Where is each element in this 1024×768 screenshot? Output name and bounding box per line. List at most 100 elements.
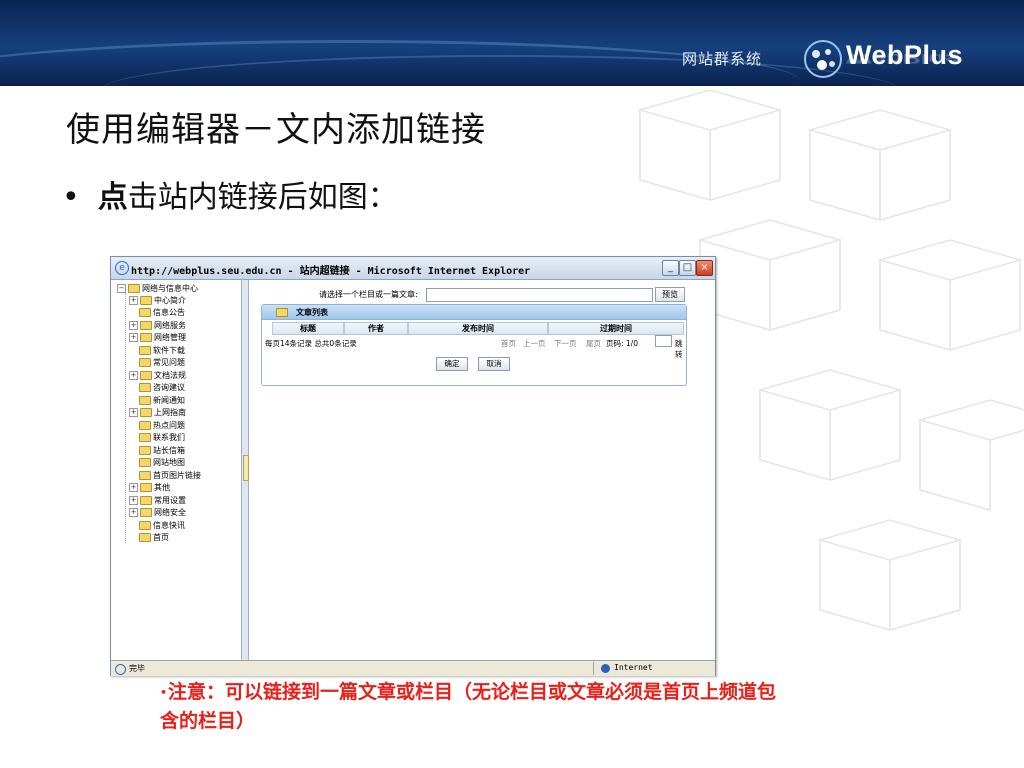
- folder-icon: [140, 321, 152, 330]
- tree-item[interactable]: 热点问题: [139, 420, 185, 431]
- column-header-title[interactable]: 标题: [272, 322, 344, 335]
- tree-item[interactable]: 联系我们: [139, 432, 185, 443]
- folder-icon: [139, 533, 151, 542]
- bullet-dot: •: [62, 180, 80, 215]
- slide-banner: 网站群系统 WebPlus WebPlus: [0, 0, 1024, 86]
- folder-icon: [139, 396, 151, 405]
- expand-icon[interactable]: +: [129, 496, 138, 505]
- column-header-author[interactable]: 作者: [344, 322, 408, 335]
- bullet-bold-text: 点: [97, 180, 128, 215]
- folder-icon: [140, 408, 152, 417]
- folder-icon: [139, 433, 151, 442]
- tree-item[interactable]: 首页图片链接: [139, 470, 201, 481]
- tree-item[interactable]: 软件下载: [139, 345, 185, 356]
- column-tree-pane: − 网络与信息中心 + 中心简介 信息公告 + 网络服务 + 网络管理 软件下载 常见问…: [111, 280, 242, 660]
- system-name: 网站群系统: [682, 50, 763, 68]
- folder-icon: [128, 284, 140, 293]
- note-text: •注意：可以链接到一篇文章或栏目（无论栏目或文章必须是首页上频道包含的栏目）: [160, 681, 777, 732]
- first-page-link[interactable]: 首页: [501, 338, 516, 349]
- expand-icon[interactable]: +: [129, 321, 138, 330]
- status-text: 完毕: [129, 664, 145, 673]
- collapse-icon[interactable]: −: [117, 284, 126, 293]
- tree-item[interactable]: + 其他: [129, 482, 170, 493]
- ok-button[interactable]: 确定: [436, 357, 468, 371]
- status-divider: [593, 662, 594, 675]
- tree-root[interactable]: − 网络与信息中心: [117, 283, 198, 294]
- tree-item[interactable]: 咨询建议: [139, 382, 185, 393]
- folder-icon: [276, 308, 288, 317]
- tree-item[interactable]: 网站地图: [139, 457, 185, 468]
- panel-title: 文章列表: [296, 308, 328, 317]
- folder-icon: [140, 296, 152, 305]
- panel-header: 文章列表: [262, 305, 686, 320]
- folder-icon: [139, 521, 151, 530]
- minimize-button[interactable]: _: [662, 260, 679, 276]
- cancel-button[interactable]: 取消: [478, 357, 510, 371]
- folder-icon: [140, 508, 152, 517]
- article-list-panel: 文章列表 标题 作者 发布时间 过期时间 每页14条记录 总共0条记录 首页 上…: [261, 304, 687, 386]
- page-done-icon: [115, 664, 126, 675]
- tree-item[interactable]: + 网络管理: [129, 332, 186, 343]
- folder-icon: [140, 483, 152, 492]
- selection-input[interactable]: [426, 288, 653, 302]
- preview-button[interactable]: 预览: [655, 287, 685, 302]
- tree-item[interactable]: 新闻通知: [139, 395, 185, 406]
- browser-titlebar: e http://webplus.seu.edu.cn - 站内超链接 - Mi…: [111, 257, 715, 280]
- tree-item[interactable]: + 文档法规: [129, 370, 186, 381]
- slide-bullet: • 点击站内链接后如图：: [62, 172, 398, 216]
- expand-icon[interactable]: +: [129, 508, 138, 517]
- column-header-expire-time[interactable]: 过期时间: [548, 322, 684, 335]
- column-header-publish-time[interactable]: 发布时间: [408, 322, 548, 335]
- prev-page-link[interactable]: 上一页: [523, 338, 546, 349]
- ie-icon: e: [115, 261, 129, 275]
- tree-item[interactable]: + 中心简介: [129, 295, 186, 306]
- tree-item[interactable]: + 网络安全: [129, 507, 186, 518]
- tree-item[interactable]: 站长信箱: [139, 445, 185, 456]
- maximize-button[interactable]: □: [679, 260, 696, 276]
- article-select-pane: 请选择一个栏目或一篇文章: 预览 文章列表 标题 作者 发布时间 过期时间 每页…: [251, 280, 713, 660]
- folder-icon: [139, 383, 151, 392]
- tree-item[interactable]: 信息快讯: [139, 520, 185, 531]
- tree-item[interactable]: 常见问题: [139, 357, 185, 368]
- folder-icon: [139, 308, 151, 317]
- select-prompt: 请选择一个栏目或一篇文章:: [319, 290, 418, 299]
- page-jump-input[interactable]: [655, 335, 672, 347]
- zone-text: Internet: [614, 663, 653, 672]
- tree-item[interactable]: + 常用设置: [129, 495, 186, 506]
- last-page-link[interactable]: 尾页: [586, 338, 601, 349]
- folder-icon: [140, 371, 152, 380]
- folder-icon: [139, 471, 151, 480]
- bullet-text: 击站内链接后如图：: [127, 180, 398, 215]
- folder-icon: [140, 333, 152, 342]
- browser-title: http://webplus.seu.edu.cn - 站内超链接 - Micr…: [131, 266, 531, 277]
- expand-icon[interactable]: +: [129, 296, 138, 305]
- folder-icon: [139, 458, 151, 467]
- tree-item[interactable]: 信息公告: [139, 307, 185, 318]
- expand-icon[interactable]: +: [129, 483, 138, 492]
- folder-icon: [139, 358, 151, 367]
- close-button[interactable]: ×: [696, 260, 713, 276]
- splitter-grip[interactable]: [243, 455, 249, 481]
- jump-link[interactable]: 跳转: [675, 338, 686, 360]
- tree-line: [125, 293, 126, 543]
- expand-icon[interactable]: +: [129, 333, 138, 342]
- folder-icon: [139, 346, 151, 355]
- note-bullet: •: [160, 686, 168, 699]
- internet-zone-icon: [601, 664, 610, 673]
- browser-statusbar: 完毕 Internet: [111, 660, 715, 676]
- folder-icon: [140, 496, 152, 505]
- folder-icon: [139, 446, 151, 455]
- pane-splitter[interactable]: [242, 280, 249, 660]
- webplus-logo-icon: [804, 40, 842, 78]
- browser-window: e http://webplus.seu.edu.cn - 站内超链接 - Mi…: [110, 256, 716, 676]
- slide-title: 使用编辑器－文内添加链接: [66, 110, 486, 150]
- expand-icon[interactable]: +: [129, 408, 138, 417]
- records-info: 每页14条记录 总共0条记录: [265, 339, 357, 348]
- expand-icon[interactable]: +: [129, 371, 138, 380]
- tree-item[interactable]: 首页: [139, 532, 169, 543]
- tree-item[interactable]: + 网络服务: [129, 320, 186, 331]
- logo-reflection: WebPlus: [846, 51, 960, 66]
- tree-item[interactable]: + 上网指南: [129, 407, 186, 418]
- page-number: 页码: 1/0: [606, 339, 638, 348]
- next-page-link[interactable]: 下一页: [554, 338, 577, 349]
